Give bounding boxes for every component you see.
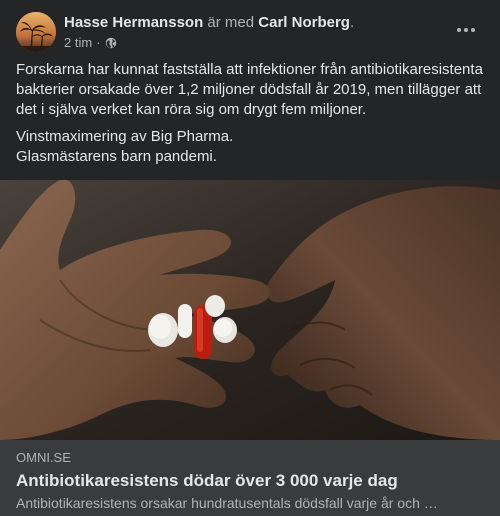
post-author-line: Hasse Hermansson är med Carl Norberg. [64,13,444,32]
more-horizontal-icon [464,28,468,32]
link-headline[interactable]: Antibiotikaresistens dödar över 3 000 va… [16,470,484,491]
with-text: är med [207,14,255,31]
more-horizontal-icon [457,28,461,32]
link-domain: OMNI.SE [16,450,71,465]
author-name[interactable]: Hasse Hermansson [64,14,203,31]
post-meta: Hasse Hermansson är med Carl Norberg. 2 … [64,13,444,51]
post-time[interactable]: 2 tim [64,35,92,51]
avatar[interactable] [16,12,56,52]
link-preview-card[interactable]: OMNI.SE Antibiotikaresistens dödar över … [0,440,500,516]
post-paragraph: Glasmästarens barn pandemi. [16,148,217,165]
hands-with-pills-image [0,180,500,440]
more-options-button[interactable] [448,18,484,42]
globe-icon[interactable] [105,37,117,49]
time-separator: · [96,35,101,50]
post-header: Hasse Hermansson är med Carl Norberg. 2 … [16,12,484,52]
post-timestamp-line: 2 tim · [64,35,444,51]
post-text: Forskarna har kunnat fastställa att infe… [16,60,486,167]
post-paragraph: Vinstmaximering av Big Pharma. [16,128,234,145]
tagged-person[interactable]: Carl Norberg [258,14,350,31]
more-horizontal-icon [471,28,475,32]
author-line-period: . [349,14,355,31]
link-preview-image[interactable] [0,180,500,440]
post-paragraph: Forskarna har kunnat fastställa att infe… [16,61,483,118]
avatar-image [16,12,56,52]
link-description: Antibiotikaresistens orsakar hundratusen… [16,495,438,511]
post-card: Hasse Hermansson är med Carl Norberg. 2 … [0,0,500,516]
